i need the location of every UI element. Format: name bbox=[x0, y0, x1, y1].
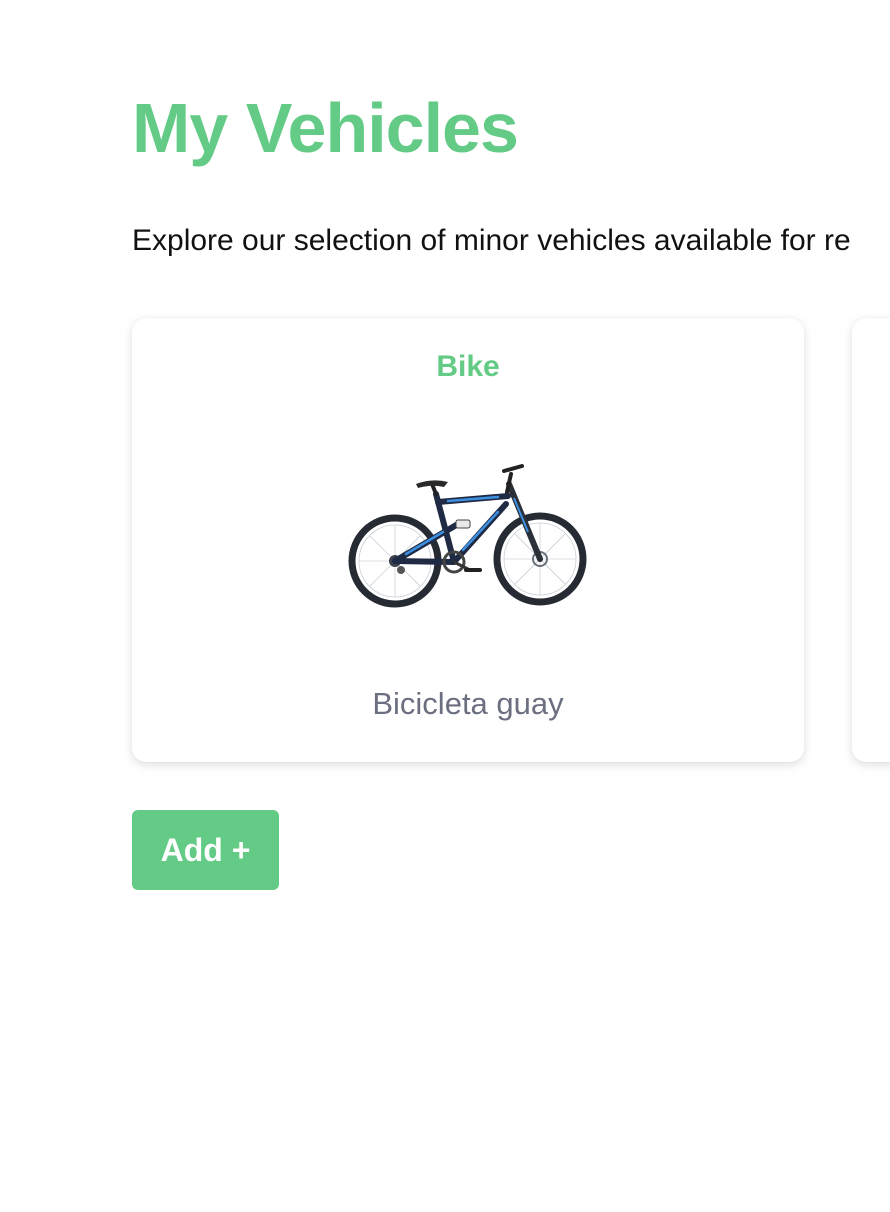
vehicle-card-title: Bike bbox=[436, 350, 500, 383]
vehicle-card[interactable]: Bike Bicicleta guay bbox=[132, 318, 804, 762]
page: My Vehicles Explore our selection of min… bbox=[0, 0, 890, 1212]
page-title: My Vehicles bbox=[132, 89, 519, 167]
vehicle-card-description: Bicicleta guay bbox=[372, 686, 564, 721]
intro-text: Explore our selection of minor vehicles … bbox=[132, 224, 851, 257]
vehicle-card-partial[interactable] bbox=[852, 318, 890, 762]
add-vehicle-button[interactable]: Add + bbox=[132, 810, 279, 890]
mountain-bike-image bbox=[348, 464, 587, 608]
